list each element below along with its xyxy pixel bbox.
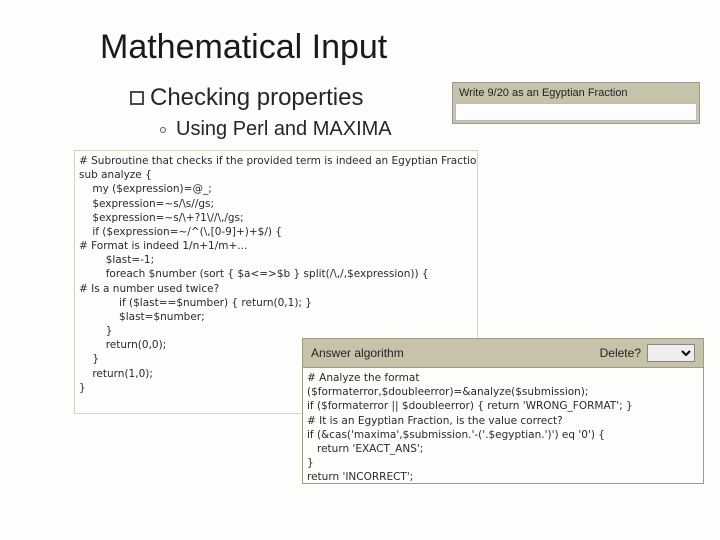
subtitle-text: Checking properties	[150, 84, 363, 112]
question-panel: Write 9/20 as an Egyptian Fraction	[452, 82, 700, 124]
question-label: Write 9/20 as an Egyptian Fraction	[453, 83, 699, 103]
subline-text: Using Perl and MAXIMA	[176, 118, 392, 141]
slide-title: Mathematical Input	[100, 28, 387, 67]
answer-input[interactable]	[455, 103, 697, 121]
algorithm-code-block: # Analyze the format ($formaterror,$doub…	[303, 367, 703, 483]
subtitle-row: Checking properties	[130, 84, 363, 112]
circle-bullet-icon	[160, 127, 166, 133]
subline-row: Using Perl and MAXIMA	[160, 118, 392, 141]
delete-select[interactable]	[647, 344, 695, 362]
delete-label: Delete?	[600, 346, 641, 360]
answer-algorithm-label: Answer algorithm	[311, 346, 600, 360]
square-bullet-icon	[130, 91, 144, 105]
slide-container: Mathematical Input Checking properties U…	[0, 0, 720, 540]
panel-header: Answer algorithm Delete?	[303, 339, 703, 367]
answer-algorithm-panel: Answer algorithm Delete? # Analyze the f…	[302, 338, 704, 484]
